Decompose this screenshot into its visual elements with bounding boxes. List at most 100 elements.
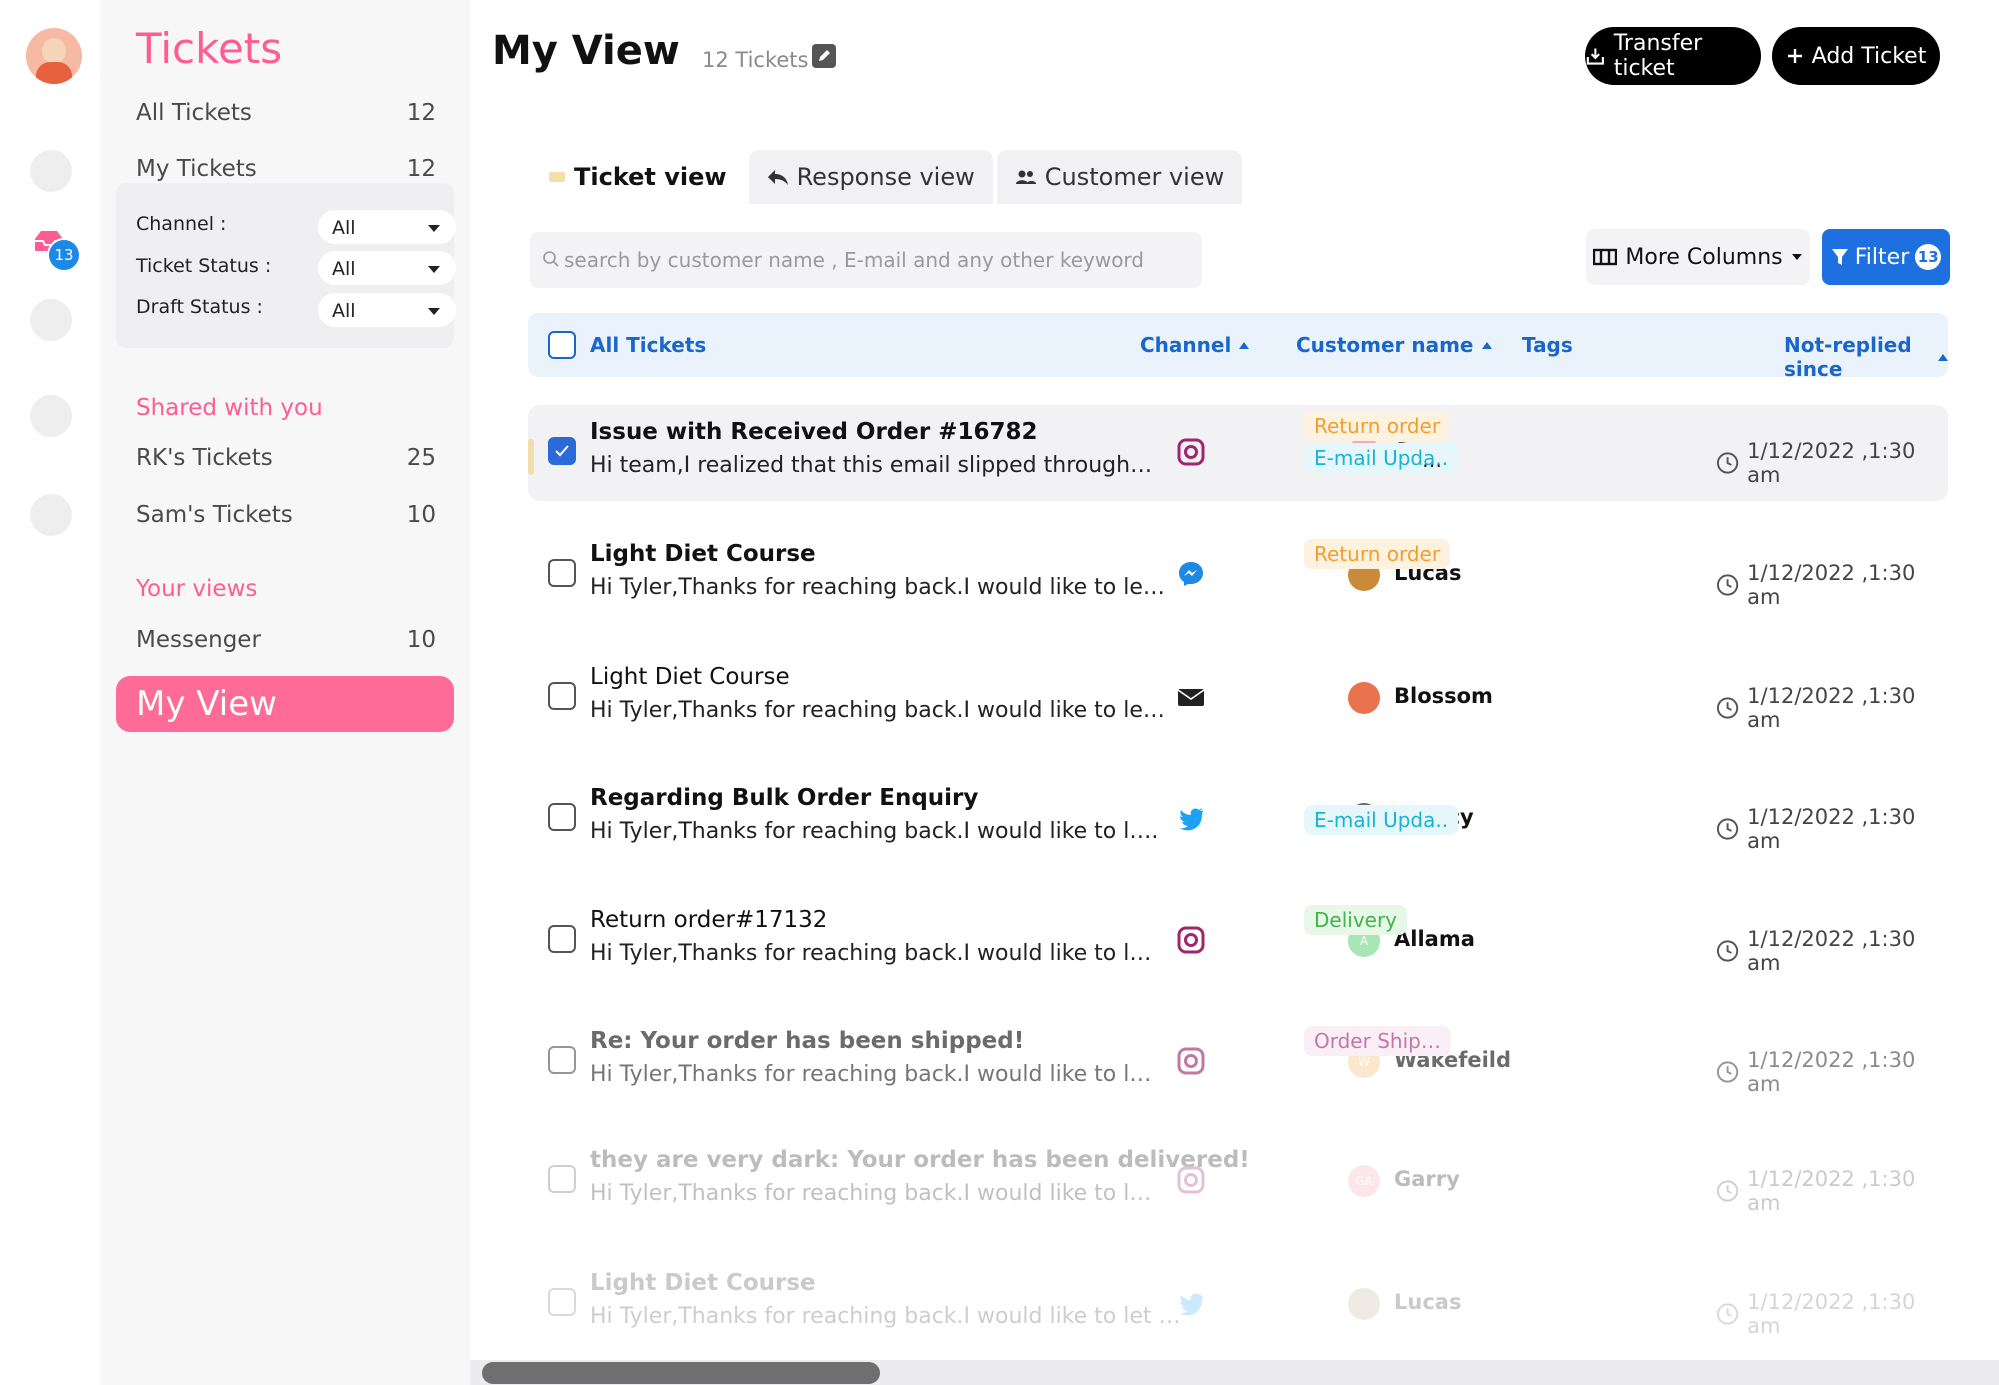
select-all-checkbox[interactable] xyxy=(548,331,576,359)
sidebar-item-rk-tickets[interactable]: RK's Tickets 25 xyxy=(136,445,436,471)
more-tags-indicator[interactable]: … xyxy=(1418,445,1446,475)
customer-name[interactable]: Lucas xyxy=(1394,1290,1461,1314)
edit-icon[interactable] xyxy=(812,44,836,68)
ticket-preview: Hi Tyler,Thanks for reaching back.I woul… xyxy=(590,698,1165,723)
row-checkbox[interactable] xyxy=(548,925,576,953)
search-input[interactable]: search by customer name , E-mail and any… xyxy=(530,232,1202,288)
time-value: 1/12/2022 ,1:30 am xyxy=(1747,439,1916,487)
not-replied-time: 1/12/2022 ,1:30 am xyxy=(1716,684,1948,732)
ticket-preview: Hi Tyler,Thanks for reaching back.I woul… xyxy=(590,1062,1152,1087)
search-icon xyxy=(543,251,559,267)
nav-dot-icon[interactable] xyxy=(30,299,72,341)
row-checkbox[interactable] xyxy=(548,1288,576,1316)
row-checkbox[interactable] xyxy=(548,1046,576,1074)
nav-dot-icon[interactable] xyxy=(30,494,72,536)
header-tags[interactable]: Tags xyxy=(1522,333,1573,357)
header-not-replied-since[interactable]: Not-replied since xyxy=(1784,333,1948,381)
customer-name[interactable]: Blossom xyxy=(1394,684,1493,708)
clock-icon xyxy=(1716,574,1739,596)
header-customer-name[interactable]: Customer name xyxy=(1296,333,1492,357)
ticket-row[interactable]: Regarding Bulk Order Enquiry Hi Tyler,Tha… xyxy=(528,771,1948,867)
not-replied-time: 1/12/2022 ,1:30 am xyxy=(1716,439,1948,487)
channel-filter-label: Channel : xyxy=(136,213,227,235)
ticket-tag[interactable]: Delivery xyxy=(1304,905,1408,935)
tab-label: Customer view xyxy=(1044,163,1225,191)
row-checkbox[interactable] xyxy=(548,559,576,587)
ticket-tag[interactable]: Return order xyxy=(1304,539,1451,569)
sort-up-icon xyxy=(1239,341,1250,349)
ticket-status-filter-select[interactable]: All xyxy=(318,251,456,285)
ticket-row[interactable]: Light Diet Course Hi Tyler,Thanks for rea… xyxy=(528,1256,1948,1352)
ticket-row[interactable]: Light Diet Course Hi Tyler,Thanks for rea… xyxy=(528,527,1948,623)
instagram-icon xyxy=(1176,437,1206,467)
user-avatar[interactable] xyxy=(26,28,82,84)
ticket-tag[interactable]: Order Ship… xyxy=(1304,1026,1451,1056)
sidebar-item-label: All Tickets xyxy=(136,100,252,126)
not-replied-time: 1/12/2022 ,1:30 am xyxy=(1716,1048,1948,1096)
sidebar-item-label: RK's Tickets xyxy=(136,445,273,471)
clock-icon xyxy=(1716,818,1739,840)
nav-dot-icon[interactable] xyxy=(30,150,72,192)
ticket-row[interactable]: Issue with Received Order #16782 Hi team,… xyxy=(528,405,1948,501)
caret-down-icon xyxy=(428,308,440,315)
main-content: My View 12 Tickets Transfer ticket Add T… xyxy=(470,0,1999,1385)
views-section-title: Your views xyxy=(136,576,258,602)
sidebar-item-count: 12 xyxy=(406,100,436,126)
more-columns-button[interactable]: More Columns xyxy=(1586,229,1810,285)
email-icon xyxy=(1176,682,1206,712)
sidebar-item-my-view[interactable]: My View xyxy=(116,676,454,732)
draft-status-filter-select[interactable]: All xyxy=(318,293,456,327)
transfer-ticket-button[interactable]: Transfer ticket xyxy=(1585,27,1761,85)
filter-button[interactable]: Filter 13 xyxy=(1822,229,1950,285)
sort-up-icon xyxy=(1481,341,1492,349)
tab-customer-view[interactable]: Customer view xyxy=(996,150,1243,204)
nav-dot-icon[interactable] xyxy=(30,395,72,437)
ticket-tag[interactable]: E-mail Upda.. xyxy=(1304,805,1459,835)
row-checkbox[interactable] xyxy=(548,803,576,831)
shared-section-title: Shared with you xyxy=(136,395,323,421)
time-value: 1/12/2022 ,1:30 am xyxy=(1747,684,1916,732)
sidebar-item-all-tickets[interactable]: All Tickets 12 xyxy=(136,100,436,126)
tab-ticket-view[interactable]: Ticket view xyxy=(530,150,745,204)
inbox-count-badge: 13 xyxy=(47,238,81,272)
ticket-row[interactable]: Re: Your order has been shipped! Hi Tyler… xyxy=(528,1014,1948,1110)
add-ticket-button[interactable]: Add Ticket xyxy=(1772,27,1940,85)
ticket-row[interactable]: they are very dark: Your order has been … xyxy=(528,1133,1948,1229)
customer-name[interactable]: Garry xyxy=(1394,1167,1460,1191)
ticket-icon xyxy=(549,172,565,182)
header-all-tickets[interactable]: All Tickets xyxy=(590,333,706,357)
people-icon xyxy=(1015,170,1036,184)
ticket-subject[interactable]: Regarding Bulk Order Enquiry xyxy=(590,785,978,811)
ticket-tag[interactable]: Return order xyxy=(1304,411,1451,441)
scrollbar-thumb[interactable] xyxy=(482,1362,880,1384)
ticket-preview: Hi Tyler,Thanks for reaching back.I woul… xyxy=(590,1181,1152,1206)
row-checkbox[interactable] xyxy=(548,682,576,710)
ticket-row[interactable]: Return order#17132 Hi Tyler,Thanks for re… xyxy=(528,893,1948,989)
ticket-subject[interactable]: they are very dark: Your order has been … xyxy=(590,1147,1250,1173)
clock-icon xyxy=(1716,1180,1739,1202)
row-checkbox[interactable] xyxy=(548,1165,576,1193)
row-checkbox[interactable] xyxy=(548,437,576,465)
ticket-subject[interactable]: Re: Your order has been shipped! xyxy=(590,1028,1024,1054)
ticket-row[interactable]: Light Diet Course Hi Tyler,Thanks for rea… xyxy=(528,650,1948,746)
tab-response-view[interactable]: Response view xyxy=(748,150,993,204)
ticket-subject[interactable]: Light Diet Course xyxy=(590,664,790,690)
add-ticket-label: Add Ticket xyxy=(1811,43,1927,69)
channel-filter-select[interactable]: All xyxy=(318,210,456,244)
twitter-icon xyxy=(1176,1288,1206,1318)
ticket-count: 12 Tickets xyxy=(702,48,809,72)
transfer-ticket-label: Transfer ticket xyxy=(1613,31,1703,81)
ticket-subject[interactable]: Light Diet Course xyxy=(590,1270,816,1296)
ticket-subject[interactable]: Issue with Received Order #16782 xyxy=(590,419,1038,445)
ticket-subject[interactable]: Return order#17132 xyxy=(590,907,827,933)
header-channel[interactable]: Channel xyxy=(1140,333,1250,357)
sidebar-item-my-tickets[interactable]: My Tickets 12 xyxy=(136,156,436,182)
sidebar-item-count: 10 xyxy=(406,627,436,653)
sidebar-item-messenger[interactable]: Messenger 10 xyxy=(136,627,436,653)
tickets-sidebar: Tickets All Tickets 12 My Tickets 12 Cha… xyxy=(100,0,470,1385)
sidebar-item-count: 12 xyxy=(406,156,436,182)
ticket-subject[interactable]: Light Diet Course xyxy=(590,541,816,567)
sidebar-item-sams-tickets[interactable]: Sam's Tickets 10 xyxy=(136,502,436,528)
horizontal-scrollbar[interactable] xyxy=(470,1360,1999,1385)
sort-up-icon xyxy=(1938,353,1948,361)
